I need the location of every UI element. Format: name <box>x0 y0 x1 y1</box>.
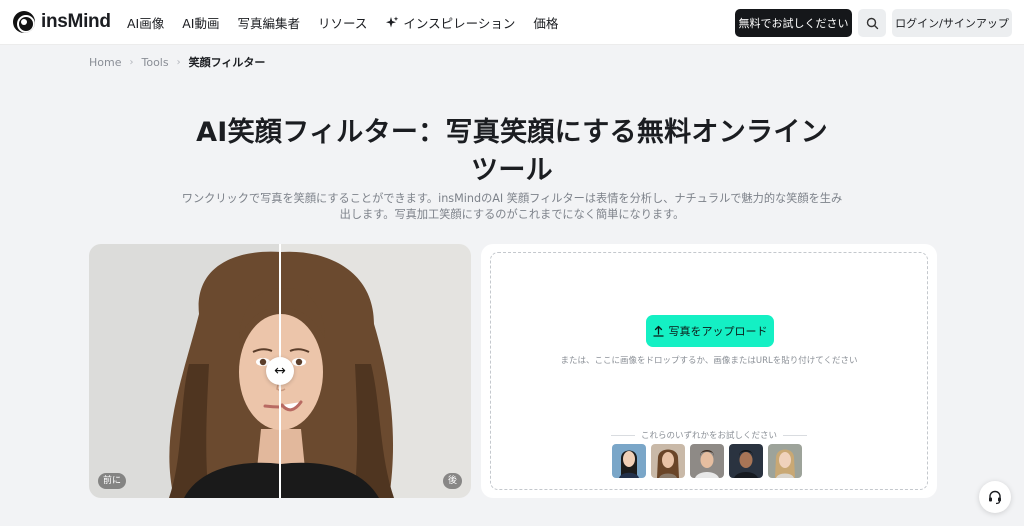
sample-thumbnail-1[interactable] <box>612 444 646 478</box>
drop-hint: または、ここに画像をドロップするか、画像またはURLを貼り付けてください <box>560 356 858 366</box>
try-samples-label: これらのいずれかをお試しください <box>611 429 808 441</box>
upload-icon <box>652 325 664 337</box>
logo[interactable]: insMind <box>13 11 111 33</box>
sample-thumbnail-5[interactable] <box>768 444 802 478</box>
nav-inspiration[interactable]: インスピレーション <box>385 13 515 32</box>
chevron-right-icon: › <box>129 56 134 68</box>
try-samples-text: これらのいずれかをお試しください <box>641 431 778 441</box>
page-title-line1: AI笑顔フィルター：写真笑顔にする無料オンライン <box>196 117 828 148</box>
breadcrumb-current: 笑顔フィルター <box>188 56 266 69</box>
support-chat-button[interactable] <box>979 481 1011 513</box>
sparkle-icon <box>386 16 399 27</box>
breadcrumb: Home › Tools › 笑顔フィルター <box>89 54 265 70</box>
before-badge: 前に <box>98 473 127 489</box>
nav-photo-editor[interactable]: 写真編集者 <box>238 13 301 32</box>
free-trial-button[interactable]: 無料でお試しください <box>735 9 852 37</box>
divider-line <box>783 434 808 436</box>
drop-zone[interactable]: 写真をアップロード または、ここに画像をドロップするか、画像またはURLを貼り付… <box>490 252 928 490</box>
nav-resources[interactable]: リソース <box>318 13 367 32</box>
search-icon <box>866 17 878 29</box>
search-button[interactable] <box>858 9 886 37</box>
login-signup-button[interactable]: ログイン/サインアップ <box>892 9 1012 37</box>
sample-thumbnail-2[interactable] <box>651 444 685 478</box>
headset-icon <box>989 490 1001 505</box>
after-badge: 後 <box>442 473 462 489</box>
before-after-compare[interactable]: ↔ 前に 後 <box>89 244 471 498</box>
upload-card: 写真をアップロード または、ここに画像をドロップするか、画像またはURLを貼り付… <box>481 244 937 498</box>
breadcrumb-home[interactable]: Home <box>89 56 121 69</box>
sample-thumbnails <box>612 444 802 478</box>
subtitle-line1: ワンクリックで写真を笑顔にすることができます。insMindのAI 笑顔フィルタ… <box>181 192 843 205</box>
sample-thumbnail-3[interactable] <box>690 444 724 478</box>
divider-line <box>611 434 635 436</box>
upload-photo-button[interactable]: 写真をアップロード <box>646 315 774 347</box>
page-subtitle: ワンクリックで写真を笑顔にすることができます。insMindのAI 笑顔フィルタ… <box>170 191 854 223</box>
nav-inspiration-label: インスピレーション <box>403 16 516 31</box>
nav-pricing[interactable]: 価格 <box>533 13 558 32</box>
page-title-line2: ツール <box>471 155 553 186</box>
chevron-right-icon: › <box>176 56 181 68</box>
compare-slider-handle[interactable]: ↔ <box>266 357 294 385</box>
breadcrumb-tools[interactable]: Tools <box>141 56 168 69</box>
nav-ai-image[interactable]: AI画像 <box>127 13 164 32</box>
subtitle-line2: 出します。写真加工笑顔にするのがこれまでになく簡単になります。 <box>339 208 685 221</box>
main-nav: AI画像 AI動画 写真編集者 リソース インスピレーション 価格 <box>127 0 558 45</box>
upload-button-label: 写真をアップロード <box>668 325 768 338</box>
top-header: insMind AI画像 AI動画 写真編集者 リソース インスピレーション 価… <box>0 0 1024 45</box>
page-title: AI笑顔フィルター：写真笑顔にする無料オンライン ツール <box>150 114 874 190</box>
sample-thumbnail-4[interactable] <box>729 444 763 478</box>
logo-icon <box>13 11 35 33</box>
nav-ai-video[interactable]: AI動画 <box>182 13 219 32</box>
logo-text: insMind <box>41 11 111 32</box>
